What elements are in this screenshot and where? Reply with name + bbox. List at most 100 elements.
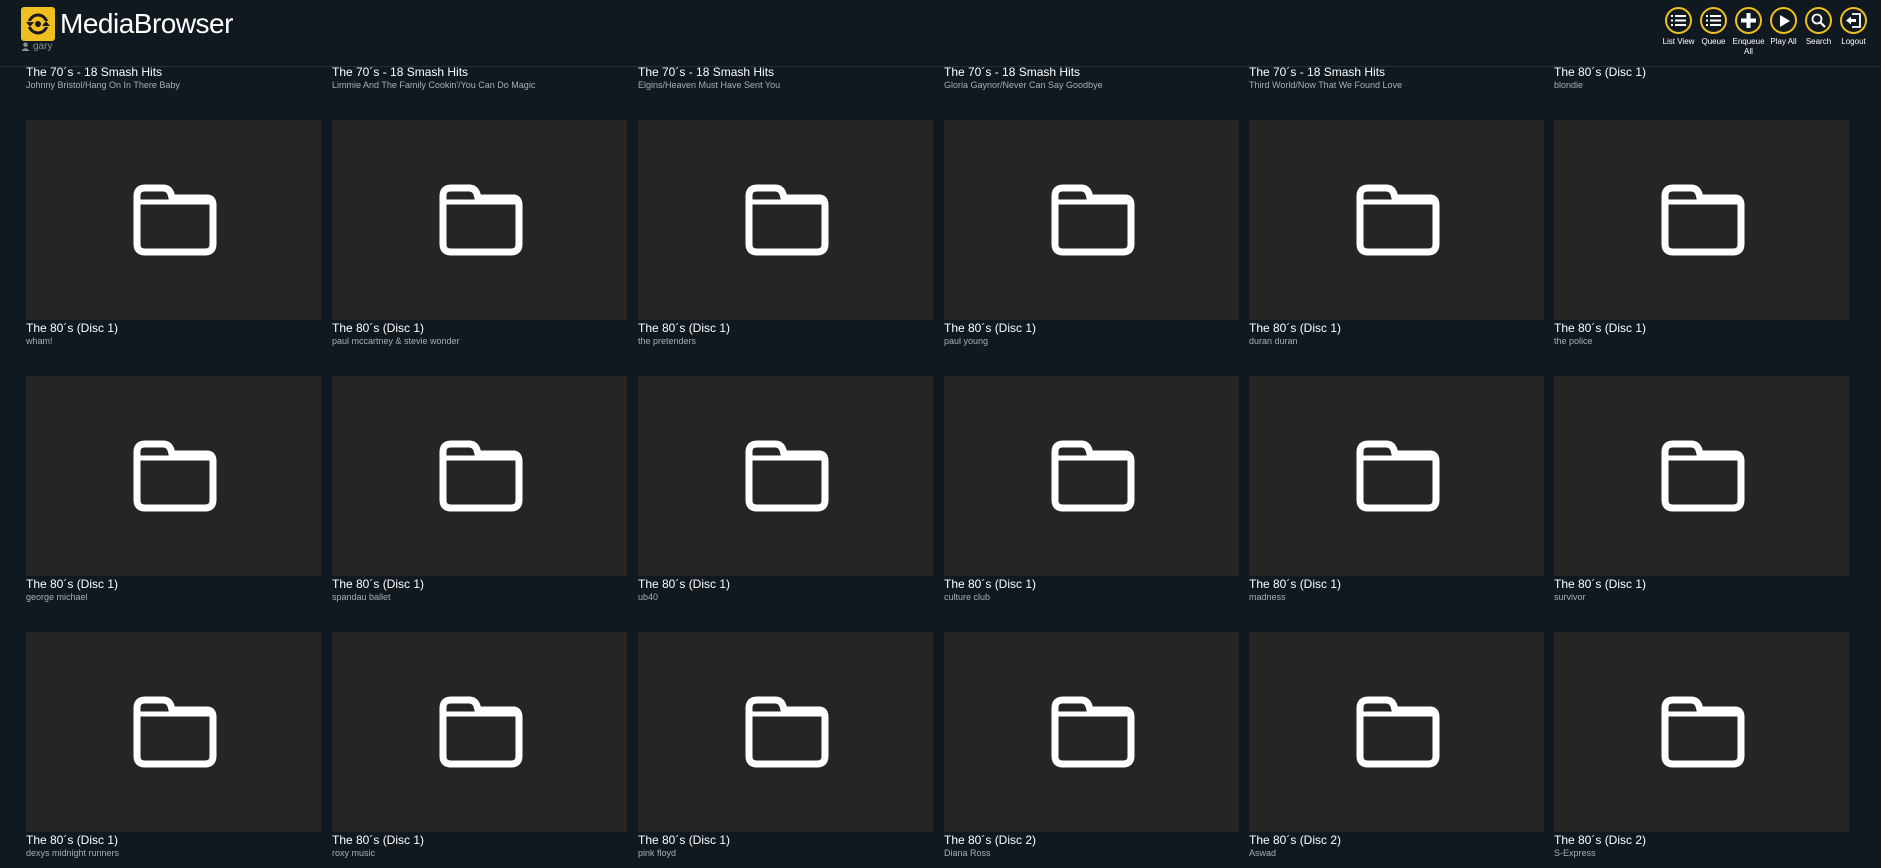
tile-thumbnail[interactable] xyxy=(332,376,627,576)
item-title: The 80´s (Disc 2) xyxy=(1249,833,1342,847)
item-subtitle: roxy music xyxy=(332,848,376,858)
item-subtitle: wham! xyxy=(26,336,53,346)
media-tile[interactable]: The 80´s (Disc 1) the police xyxy=(1554,120,1849,347)
list-item[interactable]: The 70´s - 18 Smash Hits Elgins/Heaven Mu… xyxy=(638,65,934,91)
header: MediaBrowser gary List View Queue Enqueu… xyxy=(0,0,1881,67)
media-tile[interactable]: The 80´s (Disc 1) madness xyxy=(1249,376,1544,603)
list-item[interactable]: The 80´s (Disc 1) blondie xyxy=(1554,65,1850,91)
folder-icon xyxy=(741,690,831,775)
tile-thumbnail[interactable] xyxy=(1554,120,1849,320)
folder-icon xyxy=(129,434,219,519)
item-title: The 80´s (Disc 1) xyxy=(332,577,425,591)
folder-icon xyxy=(1352,178,1442,263)
media-tile[interactable]: The 80´s (Disc 2) Diana Ross xyxy=(944,632,1239,859)
list-view-button[interactable]: List View xyxy=(1663,7,1694,57)
item-title: The 70´s - 18 Smash Hits xyxy=(638,65,775,79)
tile-thumbnail[interactable] xyxy=(944,120,1239,320)
tile-thumbnail[interactable] xyxy=(26,120,321,320)
media-tile[interactable]: The 80´s (Disc 2) S-Express xyxy=(1554,632,1849,859)
media-tile[interactable]: The 80´s (Disc 1) paul mccartney & stevie… xyxy=(332,120,627,347)
logout-icon xyxy=(1840,7,1867,34)
folder-icon xyxy=(1352,434,1442,519)
item-title: The 80´s (Disc 1) xyxy=(26,833,119,847)
item-title: The 80´s (Disc 1) xyxy=(1554,577,1647,591)
user-icon xyxy=(21,42,30,51)
media-tile[interactable]: The 80´s (Disc 1) spandau ballet xyxy=(332,376,627,603)
folder-icon xyxy=(129,178,219,263)
item-subtitle: the pretenders xyxy=(638,336,697,346)
folder-icon xyxy=(1047,178,1137,263)
logo-word-media: Media xyxy=(60,8,134,39)
item-subtitle: Limmie And The Family Cookin'/You Can Do… xyxy=(332,80,536,90)
media-tile[interactable]: The 80´s (Disc 1) roxy music xyxy=(332,632,627,859)
logout-label: Logout xyxy=(1841,37,1866,46)
list-item[interactable]: The 70´s - 18 Smash Hits Third World/Now … xyxy=(1249,65,1545,91)
play-icon xyxy=(1770,7,1797,34)
media-tile[interactable]: The 80´s (Disc 2) Aswad xyxy=(1249,632,1544,859)
queue-icon xyxy=(1700,7,1727,34)
item-subtitle: the police xyxy=(1554,336,1593,346)
tile-thumbnail[interactable] xyxy=(638,632,933,832)
user-name: gary xyxy=(33,41,53,52)
item-subtitle: Aswad xyxy=(1249,848,1277,858)
media-tile[interactable]: The 80´s (Disc 1) duran duran xyxy=(1249,120,1544,347)
app-title: MediaBrowser xyxy=(60,8,233,40)
list-item[interactable]: The 70´s - 18 Smash Hits Johnny Bristol/H… xyxy=(26,65,322,91)
item-title: The 80´s (Disc 1) xyxy=(944,577,1037,591)
tile-thumbnail[interactable] xyxy=(26,632,321,832)
list-item[interactable]: The 70´s - 18 Smash Hits Gloria Gaynor/Ne… xyxy=(944,65,1240,91)
item-subtitle: ub40 xyxy=(638,592,659,602)
media-tile[interactable]: The 80´s (Disc 1) culture club xyxy=(944,376,1239,603)
item-subtitle: blondie xyxy=(1554,80,1584,90)
tile-thumbnail[interactable] xyxy=(944,376,1239,576)
tile-thumbnail[interactable] xyxy=(638,376,933,576)
item-title: The 80´s (Disc 1) xyxy=(638,577,731,591)
media-tile[interactable]: The 80´s (Disc 1) dexys midnight runners xyxy=(26,632,321,859)
queue-button[interactable]: Queue xyxy=(1698,7,1729,57)
search-button[interactable]: Search xyxy=(1803,7,1834,57)
media-tile[interactable]: The 80´s (Disc 1) ub40 xyxy=(638,376,933,603)
play-all-button[interactable]: Play All xyxy=(1768,7,1799,57)
item-subtitle: spandau ballet xyxy=(332,592,391,602)
tile-thumbnail[interactable] xyxy=(944,632,1239,832)
item-title: The 80´s (Disc 1) xyxy=(944,321,1037,335)
tile-thumbnail[interactable] xyxy=(1249,376,1544,576)
item-subtitle: Diana Ross xyxy=(944,848,991,858)
tile-thumbnail[interactable] xyxy=(1249,120,1544,320)
top-row-captions: The 70´s - 18 Smash Hits Johnny Bristol/H… xyxy=(26,65,1856,95)
folder-icon xyxy=(1657,434,1747,519)
tile-thumbnail[interactable] xyxy=(1554,632,1849,832)
tile-thumbnail[interactable] xyxy=(1554,376,1849,576)
folder-icon xyxy=(1352,690,1442,775)
folder-icon xyxy=(435,178,525,263)
media-tile[interactable]: The 80´s (Disc 1) paul young xyxy=(944,120,1239,347)
folder-icon xyxy=(129,690,219,775)
tile-thumbnail[interactable] xyxy=(1249,632,1544,832)
media-tile[interactable]: The 80´s (Disc 1) survivor xyxy=(1554,376,1849,603)
search-icon xyxy=(1805,7,1832,34)
user-indicator[interactable]: gary xyxy=(21,41,52,52)
tile-thumbnail[interactable] xyxy=(332,632,627,832)
folder-icon xyxy=(1657,178,1747,263)
media-tile[interactable]: The 80´s (Disc 1) pink floyd xyxy=(638,632,933,859)
logout-button[interactable]: Logout xyxy=(1838,7,1869,57)
tile-thumbnail[interactable] xyxy=(332,120,627,320)
list-item[interactable]: The 70´s - 18 Smash Hits Limmie And The F… xyxy=(332,65,628,91)
tile-thumbnail[interactable] xyxy=(26,376,321,576)
folder-icon xyxy=(1047,690,1137,775)
item-title: The 80´s (Disc 1) xyxy=(1249,577,1342,591)
play-all-label: Play All xyxy=(1770,37,1797,46)
media-tile[interactable]: The 80´s (Disc 1) george michael xyxy=(26,376,321,603)
app-logo[interactable]: MediaBrowser xyxy=(21,7,233,41)
folder-icon xyxy=(741,434,831,519)
tile-thumbnail[interactable] xyxy=(638,120,933,320)
logo-word-browser: Browser xyxy=(133,8,234,39)
media-tile[interactable]: The 80´s (Disc 1) wham! xyxy=(26,120,321,347)
item-subtitle: pink floyd xyxy=(638,848,677,858)
list-view-label: List View xyxy=(1662,37,1695,46)
media-tile[interactable]: The 80´s (Disc 1) the pretenders xyxy=(638,120,933,347)
item-title: The 80´s (Disc 1) xyxy=(332,833,425,847)
item-subtitle: Third World/Now That We Found Love xyxy=(1249,80,1403,90)
enqueue-all-button[interactable]: Enqueue All xyxy=(1732,7,1765,57)
item-title: The 80´s (Disc 1) xyxy=(638,321,731,335)
